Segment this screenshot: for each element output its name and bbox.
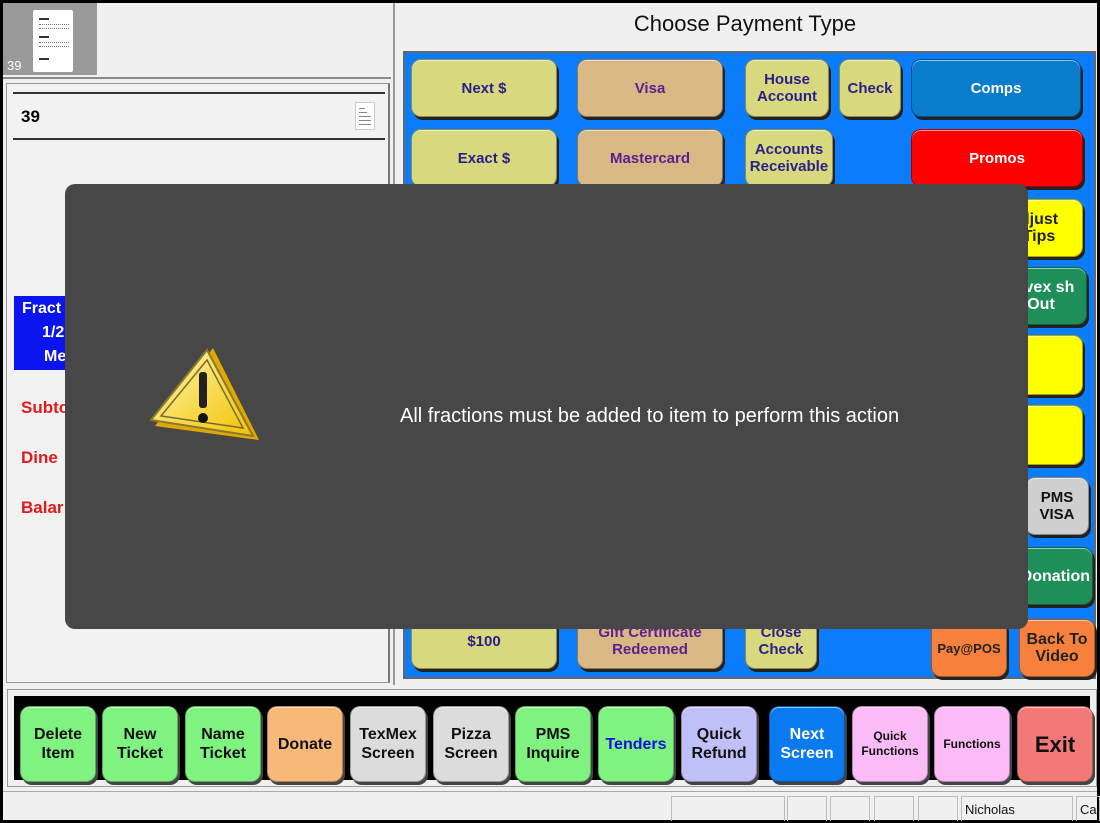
status-user: Nicholas: [961, 796, 1073, 821]
visa-button[interactable]: Visa: [577, 59, 723, 117]
status-trailing: Ca: [1076, 796, 1100, 821]
ticket-thumbnail[interactable]: 39: [3, 3, 97, 75]
next-screen-button[interactable]: Next Screen: [769, 706, 845, 782]
promos-button[interactable]: Promos: [911, 129, 1083, 187]
accounts-receivable-button[interactable]: Accounts Receivable: [745, 129, 833, 187]
fraction-item-name: Me: [44, 348, 67, 365]
tenders-button[interactable]: Tenders: [598, 706, 674, 782]
status-cell: [918, 796, 958, 821]
dine-label: Dine: [21, 448, 58, 467]
exact-dollar-button[interactable]: Exact $: [411, 129, 557, 187]
functions-button[interactable]: Functions: [934, 706, 1010, 782]
status-cell: [671, 796, 785, 821]
pms-visa-button[interactable]: PMS VISA: [1025, 477, 1089, 535]
exit-button[interactable]: Exit: [1017, 706, 1093, 782]
bottom-toolbar: Delete Item New Ticket Name Ticket Donat…: [14, 696, 1093, 782]
fraction-value: 1/2: [42, 324, 65, 341]
next-dollar-button[interactable]: Next $: [411, 59, 557, 117]
warning-icon: [149, 348, 259, 440]
thumbnail-ticket-number: 39: [7, 58, 22, 73]
delete-item-button[interactable]: Delete Item: [20, 706, 96, 782]
ticket-thumbnail-strip: 39: [3, 3, 391, 79]
house-account-button[interactable]: House Account: [745, 59, 829, 117]
pos-window: 39 39 Fract 1/2 Me Subto Dine Balar Choo…: [3, 3, 1100, 821]
fraction-label: Fract: [22, 300, 62, 317]
comps-button[interactable]: Comps: [911, 59, 1081, 117]
quick-refund-button[interactable]: Quick Refund: [681, 706, 757, 782]
status-cell: [874, 796, 914, 821]
alert-dialog[interactable]: All fractions must be added to item to p…: [65, 184, 1028, 629]
mastercard-button[interactable]: Mastercard: [577, 129, 723, 187]
subtotal-label: Subto: [21, 398, 70, 417]
receipt-icon: [33, 10, 73, 72]
status-bar: Nicholas Ca: [3, 791, 1100, 821]
ticket-header: 39: [13, 92, 385, 140]
new-ticket-button[interactable]: New Ticket: [102, 706, 178, 782]
check-button[interactable]: Check: [839, 59, 901, 117]
bottom-toolbar-container: Delete Item New Ticket Name Ticket Donat…: [7, 689, 1097, 787]
payment-title: Choose Payment Type: [633, 11, 857, 36]
alert-message: All fractions must be added to item to p…: [400, 405, 900, 427]
status-cell: [787, 796, 827, 821]
quick-functions-button[interactable]: Quick Functions: [852, 706, 928, 782]
donate-button[interactable]: Donate: [267, 706, 343, 782]
texmex-screen-button[interactable]: TexMex Screen: [350, 706, 426, 782]
pms-inquire-button[interactable]: PMS Inquire: [515, 706, 591, 782]
balance-label: Balar: [21, 498, 64, 517]
back-to-video-button[interactable]: Back To Video: [1019, 619, 1095, 677]
document-icon[interactable]: [355, 102, 375, 130]
pizza-screen-button[interactable]: Pizza Screen: [433, 706, 509, 782]
name-ticket-button[interactable]: Name Ticket: [185, 706, 261, 782]
status-cell: [830, 796, 870, 821]
ticket-number: 39: [21, 107, 40, 126]
